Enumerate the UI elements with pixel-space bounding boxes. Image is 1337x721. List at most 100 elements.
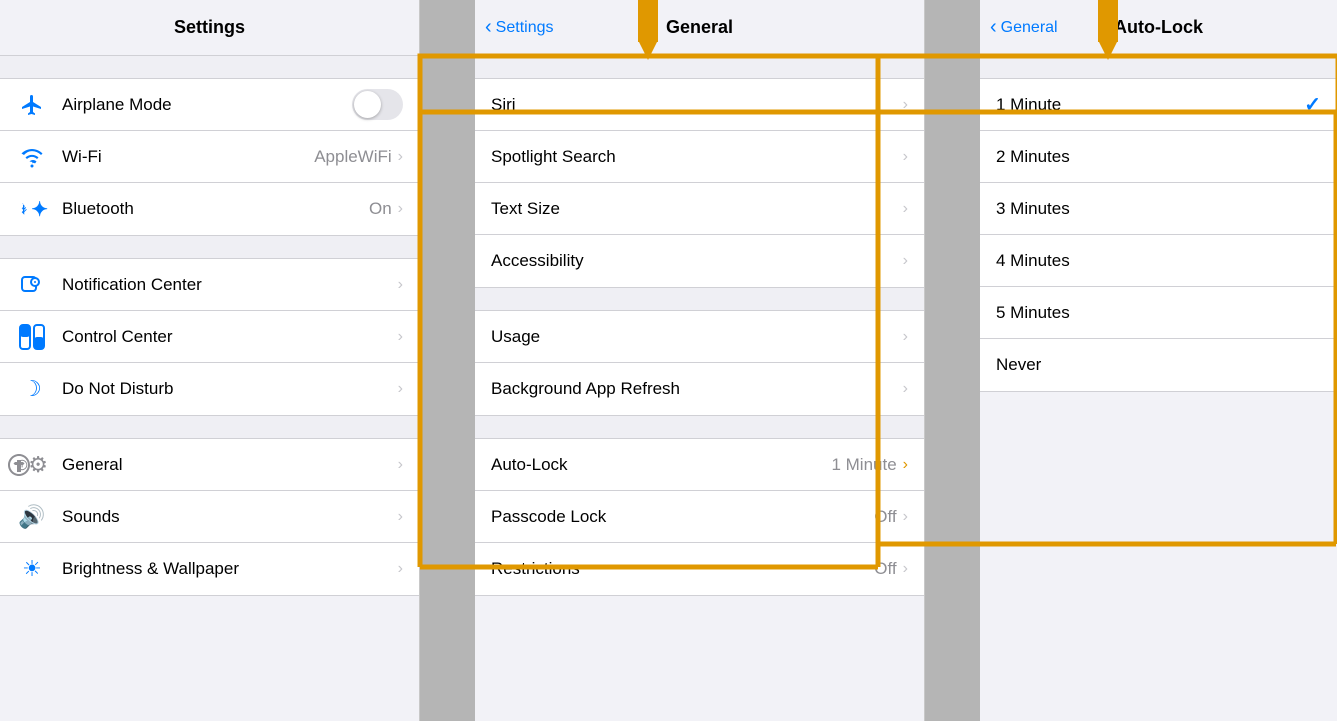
siri-chevron: › bbox=[903, 96, 908, 114]
general-group3: Auto-Lock 1 Minute › Passcode Lock Off ›… bbox=[475, 438, 924, 596]
settings-item-wifi[interactable]: Wi-Fi AppleWiFi › bbox=[0, 131, 419, 183]
restrictions-label: Restrictions bbox=[491, 559, 874, 579]
wifi-value: AppleWiFi bbox=[314, 147, 391, 167]
settings-item-airplane[interactable]: Airplane Mode bbox=[0, 79, 419, 131]
control-label: Control Center bbox=[62, 327, 398, 347]
settings-item-brightness[interactable]: ☀ Brightness & Wallpaper › bbox=[0, 543, 419, 595]
textsize-label: Text Size bbox=[491, 199, 903, 219]
autolock-option-1min[interactable]: 1 Minute ✓ bbox=[980, 79, 1337, 131]
option-1min-label: 1 Minute bbox=[996, 95, 1304, 115]
airplane-icon bbox=[16, 89, 48, 121]
sounds-icon: 🔊 bbox=[16, 501, 48, 533]
settings-item-general[interactable]: ⚙ General › bbox=[0, 439, 419, 491]
general-group1: Siri › Spotlight Search › Text Size › Ac… bbox=[475, 78, 924, 288]
general-item-siri[interactable]: Siri › bbox=[475, 79, 924, 131]
spotlight-label: Spotlight Search bbox=[491, 147, 903, 167]
restrictions-chevron: › bbox=[903, 560, 908, 578]
spotlight-chevron: › bbox=[903, 148, 908, 166]
siri-label: Siri bbox=[491, 95, 903, 115]
passcode-value: Off bbox=[874, 507, 896, 527]
general-back-label: Settings bbox=[496, 19, 554, 37]
control-center-icon bbox=[16, 321, 48, 353]
brightness-icon: ☀ bbox=[16, 553, 48, 585]
general-item-autolock[interactable]: Auto-Lock 1 Minute › bbox=[475, 439, 924, 491]
section-gap-2 bbox=[0, 236, 419, 258]
general-gap-1 bbox=[475, 56, 924, 78]
settings-group1: Airplane Mode Wi-Fi AppleWiFi › ✦ Blueto… bbox=[0, 78, 419, 236]
bluetooth-label: Bluetooth bbox=[62, 199, 369, 219]
general-item-spotlight[interactable]: Spotlight Search › bbox=[475, 131, 924, 183]
general-gap-2 bbox=[475, 288, 924, 310]
airplane-toggle[interactable] bbox=[352, 89, 403, 120]
bluetooth-value: On bbox=[369, 199, 392, 219]
general-group2: Usage › Background App Refresh › bbox=[475, 310, 924, 416]
general-label: General bbox=[62, 455, 398, 475]
general-item-restrictions[interactable]: Restrictions Off › bbox=[475, 543, 924, 595]
settings-item-sounds[interactable]: 🔊 Sounds › bbox=[0, 491, 419, 543]
general-icon: ⚙ bbox=[16, 449, 48, 481]
section-gap-3 bbox=[0, 416, 419, 438]
option-1min-checkmark: ✓ bbox=[1304, 92, 1321, 117]
airplane-label: Airplane Mode bbox=[62, 95, 352, 115]
restrictions-value: Off bbox=[874, 559, 896, 579]
autolock-chevron: › bbox=[903, 456, 908, 474]
wifi-label: Wi-Fi bbox=[62, 147, 314, 167]
autolock-title: Auto-Lock bbox=[1114, 17, 1203, 38]
wifi-chevron: › bbox=[398, 148, 403, 166]
control-chevron: › bbox=[398, 328, 403, 346]
settings-title: Settings bbox=[174, 17, 245, 38]
usage-label: Usage bbox=[491, 327, 903, 347]
spacer-2 bbox=[925, 0, 980, 721]
autolock-gap bbox=[980, 56, 1337, 78]
settings-item-control[interactable]: Control Center › bbox=[0, 311, 419, 363]
bgapprefresh-label: Background App Refresh bbox=[491, 379, 903, 399]
bluetooth-icon: ✦ bbox=[16, 193, 48, 225]
general-panel: ‹ Settings General Siri › Spotlight Sear… bbox=[475, 0, 925, 721]
general-item-accessibility[interactable]: Accessibility › bbox=[475, 235, 924, 287]
settings-item-donotdisturb[interactable]: ☽ Do Not Disturb › bbox=[0, 363, 419, 415]
option-3min-label: 3 Minutes bbox=[996, 199, 1321, 219]
autolock-option-3min[interactable]: 3 Minutes bbox=[980, 183, 1337, 235]
autolock-nav-bar: ‹ General Auto-Lock bbox=[980, 0, 1337, 56]
autolock-back-chevron: ‹ bbox=[990, 16, 997, 39]
autolock-value: 1 Minute bbox=[831, 455, 896, 475]
accessibility-label: Accessibility bbox=[491, 251, 903, 271]
general-gap-3 bbox=[475, 416, 924, 438]
general-item-bgapprefresh[interactable]: Background App Refresh › bbox=[475, 363, 924, 415]
textsize-chevron: › bbox=[903, 200, 908, 218]
option-2min-label: 2 Minutes bbox=[996, 147, 1321, 167]
passcode-label: Passcode Lock bbox=[491, 507, 874, 527]
general-item-passcode[interactable]: Passcode Lock Off › bbox=[475, 491, 924, 543]
settings-panel: Settings Airplane Mode Wi-Fi AppleWiFi bbox=[0, 0, 420, 721]
general-back-button[interactable]: ‹ Settings bbox=[485, 16, 553, 39]
settings-item-notification[interactable]: Notification Center › bbox=[0, 259, 419, 311]
accessibility-chevron: › bbox=[903, 252, 908, 270]
autolock-label: Auto-Lock bbox=[491, 455, 831, 475]
usage-chevron: › bbox=[903, 328, 908, 346]
autolock-option-never[interactable]: Never bbox=[980, 339, 1337, 391]
donotdisturb-chevron: › bbox=[398, 380, 403, 398]
bluetooth-chevron: › bbox=[398, 200, 403, 218]
settings-group2: Notification Center › Control Center › ☽… bbox=[0, 258, 419, 416]
section-gap-1 bbox=[0, 56, 419, 78]
bgapprefresh-chevron: › bbox=[903, 380, 908, 398]
autolock-option-2min[interactable]: 2 Minutes bbox=[980, 131, 1337, 183]
autolock-options: 1 Minute ✓ 2 Minutes 3 Minutes 4 Minutes… bbox=[980, 78, 1337, 392]
general-back-chevron: ‹ bbox=[485, 16, 492, 39]
general-item-usage[interactable]: Usage › bbox=[475, 311, 924, 363]
option-5min-label: 5 Minutes bbox=[996, 303, 1321, 323]
notification-label: Notification Center bbox=[62, 275, 398, 295]
passcode-chevron: › bbox=[903, 508, 908, 526]
wifi-icon bbox=[16, 141, 48, 173]
autolock-back-button[interactable]: ‹ General bbox=[990, 16, 1058, 39]
autolock-option-4min[interactable]: 4 Minutes bbox=[980, 235, 1337, 287]
settings-title-bar: Settings bbox=[0, 0, 419, 56]
brightness-label: Brightness & Wallpaper bbox=[62, 559, 398, 579]
general-nav-bar: ‹ Settings General bbox=[475, 0, 924, 56]
autolock-option-5min[interactable]: 5 Minutes bbox=[980, 287, 1337, 339]
autolock-panel: ‹ General Auto-Lock 1 Minute ✓ 2 Minutes… bbox=[980, 0, 1337, 721]
general-item-textsize[interactable]: Text Size › bbox=[475, 183, 924, 235]
option-never-label: Never bbox=[996, 355, 1321, 375]
settings-item-bluetooth[interactable]: ✦ Bluetooth On › bbox=[0, 183, 419, 235]
brightness-chevron: › bbox=[398, 560, 403, 578]
